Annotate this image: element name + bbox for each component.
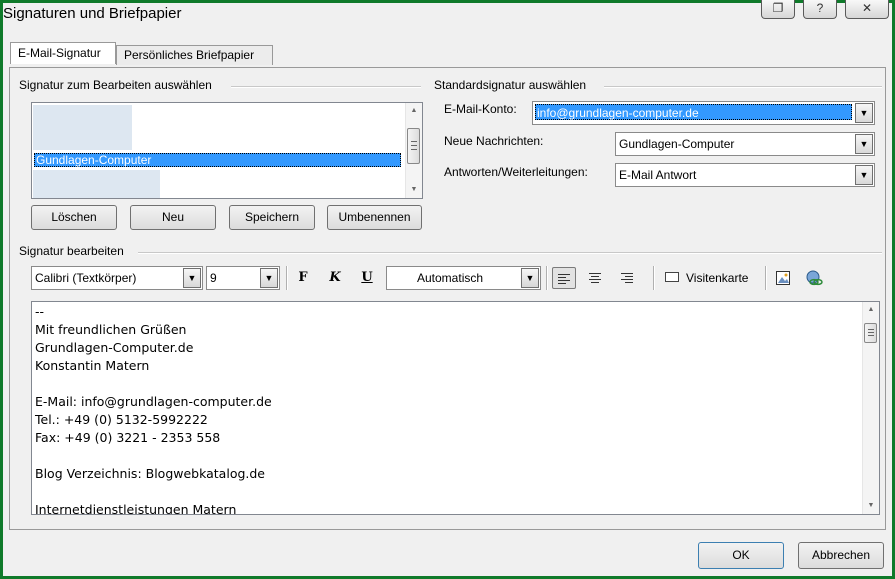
editor-line: Konstantin Matern bbox=[35, 358, 150, 373]
tab-personal-stationery[interactable]: Persönliches Briefpapier bbox=[116, 45, 273, 65]
toolbar-separator bbox=[765, 266, 767, 290]
new-messages-label: Neue Nachrichten: bbox=[444, 134, 544, 148]
signature-list[interactable]: Gundlagen-Computer ▲ ▼ bbox=[31, 102, 423, 199]
font-value: Calibri (Textkörper) bbox=[35, 271, 137, 285]
business-card-button[interactable]: Visitenkarte bbox=[663, 267, 759, 289]
font-size-dropdown[interactable]: 9 ▼ bbox=[206, 266, 280, 290]
save-button[interactable]: Speichern bbox=[229, 205, 315, 230]
edit-signature-group-label: Signatur bearbeiten bbox=[19, 244, 124, 258]
cancel-button[interactable]: Abbrechen bbox=[798, 542, 884, 569]
editor-line: Grundlagen-Computer.de bbox=[35, 340, 194, 355]
signature-editor[interactable]: -- Mit freundlichen Grüßen Grundlagen-Co… bbox=[31, 301, 880, 515]
new-button[interactable]: Neu bbox=[130, 205, 216, 230]
chevron-down-icon[interactable]: ▼ bbox=[855, 103, 873, 123]
cancel-button-label: Abbrechen bbox=[811, 548, 871, 562]
align-center-icon[interactable] bbox=[584, 267, 608, 289]
scroll-down-icon[interactable]: ▼ bbox=[406, 182, 422, 198]
business-card-label: Visitenkarte bbox=[686, 271, 749, 285]
signature-dialog: Signaturen und Briefpapier ❐ ? ✕ E-Mail-… bbox=[3, 0, 892, 576]
delete-button[interactable]: Löschen bbox=[31, 205, 117, 230]
align-left-icon[interactable] bbox=[552, 267, 576, 289]
hyperlink-icon[interactable] bbox=[803, 267, 827, 289]
editor-line: -- bbox=[35, 304, 45, 319]
account-dropdown[interactable]: info@grundlagen-computer.de ▼ bbox=[532, 101, 875, 125]
scroll-up-icon[interactable]: ▲ bbox=[863, 302, 879, 318]
save-button-label: Speichern bbox=[244, 210, 300, 224]
replies-value: E-Mail Antwort bbox=[619, 168, 697, 182]
window-title: Signaturen und Briefpapier bbox=[3, 5, 182, 22]
editor-line: Mit freundlichen Grüßen bbox=[35, 322, 187, 337]
toolbar-separator bbox=[546, 266, 548, 290]
list-item-blank[interactable] bbox=[33, 105, 132, 150]
restore-button[interactable]: ❐ bbox=[761, 0, 795, 19]
scroll-thumb[interactable] bbox=[864, 323, 877, 343]
editor-scrollbar[interactable]: ▲ ▼ bbox=[862, 302, 879, 514]
list-scrollbar[interactable]: ▲ ▼ bbox=[405, 103, 422, 198]
font-dropdown[interactable]: Calibri (Textkörper) ▼ bbox=[31, 266, 203, 290]
new-messages-dropdown[interactable]: Gundlagen-Computer ▼ bbox=[615, 132, 875, 156]
group-divider bbox=[138, 252, 882, 254]
ok-button[interactable]: OK bbox=[698, 542, 784, 569]
font-size-value: 9 bbox=[210, 271, 217, 285]
chevron-down-icon[interactable]: ▼ bbox=[521, 268, 539, 288]
toolbar-separator bbox=[653, 266, 655, 290]
editor-line: Tel.: +49 (0) 5132-5992222 bbox=[35, 412, 208, 427]
scroll-up-icon[interactable]: ▲ bbox=[406, 103, 422, 119]
rename-button[interactable]: Umbenennen bbox=[327, 205, 422, 230]
underline-button[interactable]: U bbox=[355, 267, 379, 289]
rename-button-label: Umbenennen bbox=[338, 210, 411, 224]
list-item-selected[interactable]: Gundlagen-Computer bbox=[34, 153, 401, 167]
chevron-down-icon[interactable]: ▼ bbox=[855, 165, 873, 185]
editor-line: Fax: +49 (0) 3221 - 2353 558 bbox=[35, 430, 221, 445]
font-color-dropdown[interactable]: Automatisch ▼ bbox=[386, 266, 541, 290]
signature-select-group-label: Signatur zum Bearbeiten auswählen bbox=[19, 78, 212, 92]
editor-line: Internetdienstleistungen Matern bbox=[35, 502, 237, 515]
chevron-down-icon[interactable]: ▼ bbox=[855, 134, 873, 154]
font-color-value: Automatisch bbox=[417, 271, 484, 285]
editor-line: E-Mail: info@grundlagen-computer.de bbox=[35, 394, 272, 409]
account-label: E-Mail-Konto: bbox=[444, 102, 517, 116]
scroll-thumb[interactable] bbox=[407, 128, 420, 164]
align-right-icon[interactable] bbox=[616, 267, 640, 289]
bold-button[interactable]: F bbox=[291, 267, 315, 289]
help-button[interactable]: ? bbox=[803, 0, 837, 19]
new-messages-value: Gundlagen-Computer bbox=[619, 137, 735, 151]
business-card-icon bbox=[665, 272, 679, 282]
chevron-down-icon[interactable]: ▼ bbox=[183, 268, 201, 288]
delete-button-label: Löschen bbox=[51, 210, 97, 224]
toolbar-separator bbox=[286, 266, 288, 290]
account-value: info@grundlagen-computer.de bbox=[535, 104, 852, 120]
replies-dropdown[interactable]: E-Mail Antwort ▼ bbox=[615, 163, 875, 187]
group-divider bbox=[604, 86, 882, 88]
italic-button[interactable]: K bbox=[323, 267, 347, 289]
title-bar: Signaturen und Briefpapier ❐ ? ✕ bbox=[3, 0, 892, 25]
new-button-label: Neu bbox=[161, 210, 184, 224]
replies-label: Antworten/Weiterleitungen: bbox=[444, 165, 588, 179]
list-item-blank[interactable] bbox=[33, 170, 160, 198]
default-signature-group-label: Standardsignatur auswählen bbox=[434, 78, 587, 92]
chevron-down-icon[interactable]: ▼ bbox=[260, 268, 278, 288]
group-divider bbox=[231, 86, 421, 88]
editor-line: Blog Verzeichnis: Blogwebkatalog.de bbox=[35, 466, 265, 481]
close-button[interactable]: ✕ bbox=[845, 0, 889, 19]
tab-email-signature[interactable]: E-Mail-Signatur bbox=[10, 42, 116, 64]
ok-button-label: OK bbox=[732, 548, 750, 562]
insert-picture-icon[interactable] bbox=[771, 267, 795, 289]
scroll-down-icon[interactable]: ▼ bbox=[863, 498, 879, 514]
